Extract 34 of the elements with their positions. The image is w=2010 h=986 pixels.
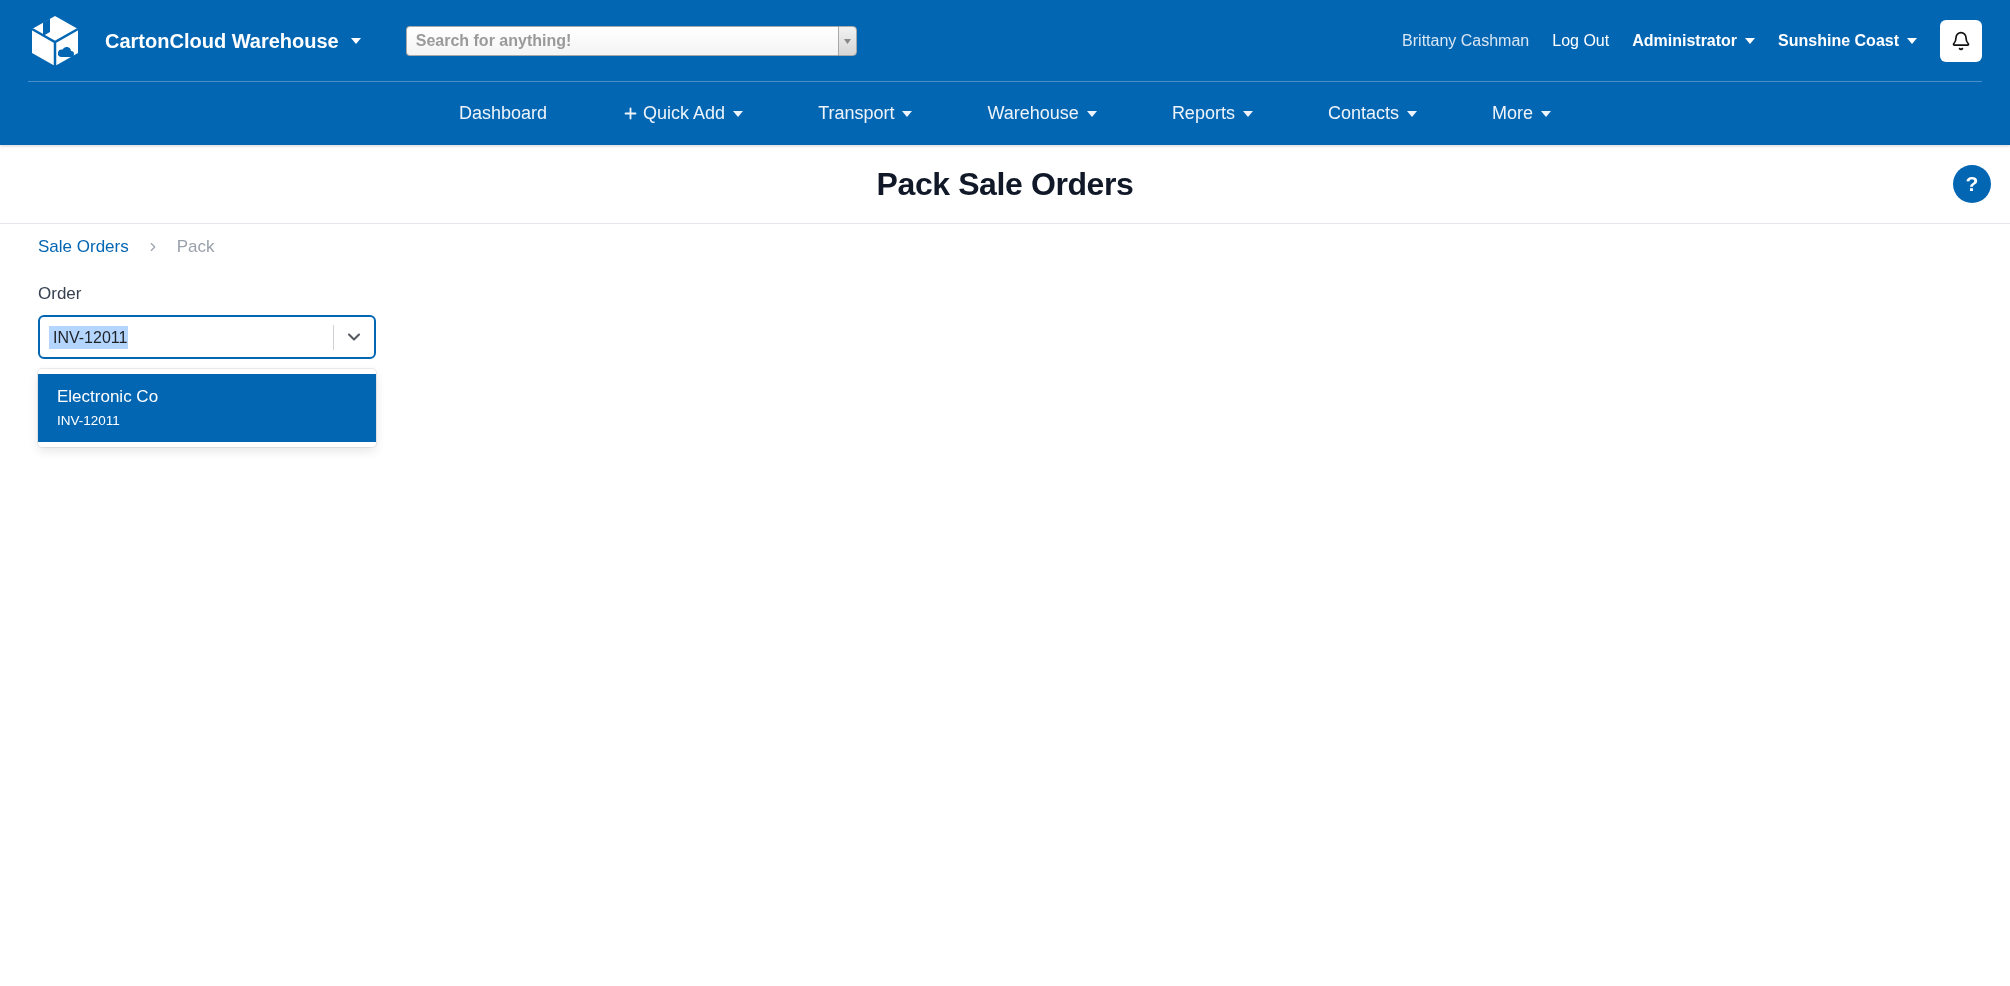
nav-link[interactable]: Dashboard — [459, 103, 548, 124]
field-label: Order — [38, 284, 82, 304]
page-title: Pack Sale Orders — [876, 165, 1134, 203]
caret-icon — [1540, 110, 1551, 117]
caret-icon — [733, 110, 744, 117]
help-button[interactable]: ? — [1953, 165, 1991, 203]
caret-icon — [843, 38, 851, 44]
dropdown-option[interactable]: Electronic Co INV-12011 — [38, 374, 376, 442]
caret-icon — [1907, 38, 1917, 44]
notifications-button[interactable] — [1940, 20, 1982, 62]
bell-icon — [1951, 31, 1971, 51]
role-menu[interactable]: Administrator — [1632, 32, 1756, 50]
nav-menu[interactable]: Contacts — [1327, 103, 1417, 124]
order-select[interactable]: INV-12011 — [38, 315, 376, 359]
breadcrumb-link[interactable]: Sale Orders — [38, 237, 129, 257]
app-switcher[interactable]: CartonCloud Warehouse — [105, 29, 361, 53]
nav-menu[interactable]: Reports — [1171, 103, 1253, 124]
cube-logo-icon[interactable] — [31, 15, 79, 67]
breadcrumb-current: Pack — [176, 237, 215, 257]
location-menu[interactable]: Sunshine Coast — [1778, 32, 1917, 50]
caret-icon — [902, 110, 913, 117]
nav-menu[interactable]: Transport — [818, 103, 913, 124]
caret-icon — [1406, 110, 1417, 117]
caret-icon — [1242, 110, 1253, 117]
caret-icon — [1745, 38, 1756, 44]
logout-link[interactable]: Log Out — [1552, 32, 1610, 50]
nav-menu[interactable]: Warehouse — [987, 103, 1097, 124]
caret-icon — [350, 38, 361, 44]
caret-icon — [1086, 110, 1097, 117]
user-name: Brittany Cashman — [1402, 32, 1530, 50]
order-value: INV-12011 — [49, 325, 129, 349]
nav-menu[interactable]: More — [1491, 103, 1551, 124]
search-field[interactable]: Search for anything! — [405, 26, 838, 56]
nav-menu[interactable]: Quick Add — [622, 103, 744, 124]
